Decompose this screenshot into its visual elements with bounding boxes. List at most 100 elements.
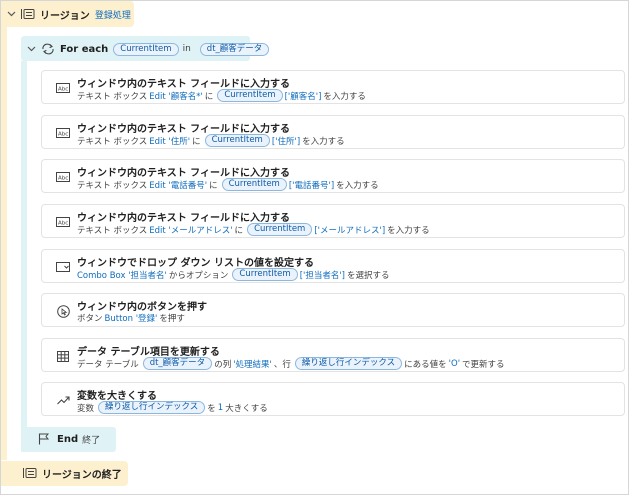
region-icon (21, 8, 35, 20)
variable-pill[interactable]: CurrentItem (221, 178, 287, 191)
flag-icon (38, 433, 52, 445)
chevron-down-icon[interactable] (25, 43, 37, 55)
action-description: テキスト ボックス Edit '住所' に CurrentItem ['住所']… (77, 134, 347, 147)
desc-text: テキスト ボックス (77, 136, 148, 147)
desc-text: 大きくする (225, 403, 268, 414)
desc-text: 、行 (273, 359, 291, 370)
region-keyword: リージョン (40, 10, 90, 22)
text-field-icon: Abc (56, 216, 70, 228)
desc-text: に (204, 91, 214, 102)
action-card[interactable]: ウィンドウ内のボタンを押す ボタン Button '登録' を押す (41, 293, 625, 327)
variable-column: ['電話番号'] (288, 180, 335, 191)
action-description: ボタン Button '登録' を押す (77, 312, 187, 324)
trend-up-icon (56, 394, 70, 406)
variable-column: ['顧客名'] (284, 91, 322, 102)
region-header[interactable]: リージョン 登録処理 (5, 4, 131, 24)
loop-rail (21, 61, 27, 427)
column-name: '処理結果' (233, 359, 272, 370)
value-literal: 'O' (448, 358, 461, 369)
desc-text: からオプション (168, 270, 229, 281)
desc-text: を入力する (302, 136, 345, 147)
desc-text: を入力する (336, 180, 379, 191)
desc-text: データ テーブル (77, 359, 139, 370)
action-card[interactable]: 変数を大きくする 変数 繰り返し行インデックス を 1 大きくする (41, 382, 625, 416)
region-icon (23, 467, 37, 479)
ui-element-link[interactable]: Edit 'メールアドレス' (149, 224, 232, 236)
variable-pill[interactable]: CurrentItem (247, 223, 313, 236)
desc-text: テキスト ボックス (77, 91, 148, 102)
variable-column: ['担当者名'] (299, 270, 345, 281)
desc-text: にある値を (404, 359, 447, 370)
desc-text: を (207, 403, 216, 414)
variable-pill[interactable]: dt_顧客データ (142, 357, 213, 370)
variable-column: ['住所'] (271, 136, 301, 147)
region-name: 登録処理 (94, 10, 131, 21)
loop-item-variable[interactable]: CurrentItem (113, 42, 179, 56)
ui-element-link[interactable]: Edit '顧客名*' (149, 90, 203, 102)
loop-collection-variable[interactable]: dt_顧客データ (199, 42, 270, 56)
action-title: ウィンドウ内のテキスト フィールドに入力する (77, 124, 290, 135)
chevron-down-icon[interactable] (5, 8, 17, 20)
action-title: ウィンドウ内のテキスト フィールドに入力する (77, 168, 290, 179)
desc-text: で更新する (462, 359, 505, 370)
in-keyword: in (182, 44, 191, 54)
text-field-icon: Abc (56, 82, 70, 94)
variable-pill[interactable]: CurrentItem (232, 268, 298, 281)
text-field-icon: Abc (56, 127, 70, 139)
variable-pill[interactable]: 繰り返し行インデックス (294, 357, 403, 370)
desc-text: テキスト ボックス (77, 225, 148, 236)
desc-text: を入力する (323, 91, 366, 102)
value-literal: 1 (217, 402, 224, 413)
region-end[interactable]: リージョンの終了 (23, 463, 122, 483)
ui-element-link[interactable]: Edit '住所' (149, 135, 190, 147)
action-description: テキスト ボックス Edit '電話番号' に CurrentItem ['電話… (77, 178, 381, 191)
action-card[interactable]: Abc ウィンドウ内のテキスト フィールドに入力する テキスト ボックス Edi… (41, 204, 625, 238)
svg-text:Abc: Abc (58, 221, 68, 227)
action-description: テキスト ボックス Edit 'メールアドレス' に CurrentItem [… (77, 223, 432, 236)
dropdown-icon (56, 261, 70, 273)
desc-text: に (234, 225, 244, 236)
desc-text: を選択する (347, 270, 390, 281)
variable-pill[interactable]: CurrentItem (217, 89, 283, 102)
desc-text: を入力する (387, 225, 430, 236)
desc-text: に (209, 180, 218, 191)
variable-column: ['メールアドレス'] (314, 225, 386, 236)
end-keyword: End (57, 433, 79, 445)
action-description: 変数 繰り返し行インデックス を 1 大きくする (77, 401, 270, 414)
svg-text:Abc: Abc (58, 132, 68, 138)
action-card[interactable]: ウィンドウでドロップ ダウン リストの値を設定する Combo Box '担当者… (41, 249, 625, 283)
region-end-label: リージョンの終了 (42, 469, 122, 481)
action-card[interactable]: Abc ウィンドウ内のテキスト フィールドに入力する テキスト ボックス Edi… (41, 159, 625, 193)
action-description: テキスト ボックス Edit '顧客名*' に CurrentItem ['顧客… (77, 89, 368, 102)
action-title: ウィンドウ内のテキスト フィールドに入力する (77, 213, 290, 224)
action-card[interactable]: データ テーブル項目を更新する データ テーブル dt_顧客データ の列 '処理… (41, 338, 625, 372)
table-icon (56, 350, 70, 362)
variable-pill[interactable]: 繰り返し行インデックス (98, 401, 206, 414)
end-suffix: 終了 (82, 435, 101, 446)
action-description: Combo Box '担当者名' からオプション CurrentItem ['担… (77, 268, 392, 281)
flow-canvas: リージョン 登録処理 For each CurrentItem in dt_顧客… (0, 0, 629, 495)
svg-text:Abc: Abc (58, 176, 68, 182)
text-field-icon: Abc (56, 171, 70, 183)
loop-icon (41, 43, 55, 55)
desc-text: に (192, 136, 201, 147)
desc-text: 変数 (77, 403, 95, 414)
action-title: データ テーブル項目を更新する (77, 347, 220, 358)
ui-element-link[interactable]: Edit '電話番号' (149, 179, 207, 191)
desc-text: を押す (159, 314, 185, 324)
action-title: 変数を大きくする (77, 391, 157, 402)
desc-text: ボタン (77, 314, 103, 324)
ui-element-link[interactable]: Combo Box '担当者名' (77, 269, 167, 281)
action-title: ウィンドウ内のボタンを押す (77, 302, 207, 313)
loop-end[interactable]: End 終了 (38, 429, 100, 449)
action-card[interactable]: Abc ウィンドウ内のテキスト フィールドに入力する テキスト ボックス Edi… (41, 70, 625, 104)
action-title: ウィンドウ内のテキスト フィールドに入力する (77, 79, 290, 90)
for-each-header[interactable]: For each CurrentItem in dt_顧客データ (25, 39, 270, 59)
svg-text:Abc: Abc (58, 87, 68, 93)
desc-text: の列 (214, 359, 232, 370)
action-description: データ テーブル dt_顧客データ の列 '処理結果' 、行 繰り返し行インデッ… (77, 357, 507, 370)
button-press-icon (56, 304, 70, 318)
action-card[interactable]: Abc ウィンドウ内のテキスト フィールドに入力する テキスト ボックス Edi… (41, 115, 625, 149)
variable-pill[interactable]: CurrentItem (204, 134, 270, 147)
ui-element-link[interactable]: Button '登録' (105, 312, 158, 324)
